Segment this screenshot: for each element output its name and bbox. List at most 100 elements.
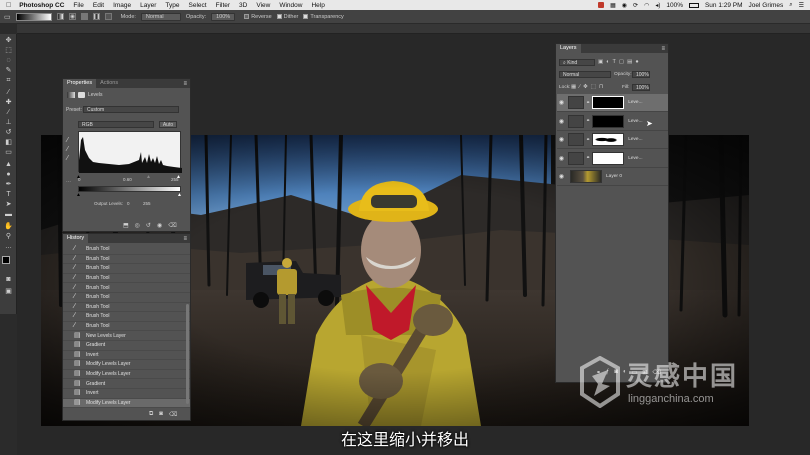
layer-name[interactable]: Layer 0 [606,174,622,179]
output-black-value[interactable]: 0 [127,201,130,206]
battery-icon[interactable] [688,2,699,8]
layer-mask-thumbnail[interactable] [592,96,625,109]
history-item[interactable]: ▤ New Levels Layer [63,331,190,341]
menu-3d[interactable]: 3D [239,2,247,9]
filter-shape-icon[interactable]: ▢ [619,59,624,65]
output-white-slider[interactable]: ▲ [177,192,182,198]
opacity-field[interactable]: 100% [211,12,236,21]
eyedropper-white-icon[interactable]: ⁄ [67,155,68,162]
layer-visibility-eye-icon[interactable]: ◉ [557,118,566,125]
panel-menu-icon[interactable]: ≡ [183,81,190,87]
gradient-tool-selected-icon[interactable]: ▭ [4,149,13,157]
user-name[interactable]: Joel Grimes [749,2,784,9]
history-item[interactable]: ▤ Invert [63,389,190,399]
blend-mode-dropdown[interactable]: Normal [559,71,611,78]
lasso-tool-icon[interactable]: ◌ [4,57,13,65]
input-black-value[interactable]: 0 [78,177,81,182]
preset-dropdown[interactable]: Custom [83,106,179,113]
menu-image[interactable]: Image [113,2,131,9]
menu-type[interactable]: Type [165,2,179,9]
menu-view[interactable]: View [256,2,270,9]
filter-pixel-icon[interactable]: ▣ [598,59,603,65]
input-gamma-value[interactable]: 0.60 [123,177,132,182]
layer-row[interactable]: ◉ Layer 0 [557,168,668,187]
layer-visibility-eye-icon[interactable]: ◉ [557,173,566,180]
stamp-tool-icon[interactable]: ⊥ [4,119,13,127]
lock-all-icon[interactable]: ⊓ [599,84,603,90]
history-item[interactable]: ∕ Brush Tool [63,283,190,293]
history-brush-tool-icon[interactable]: ↺ [4,129,13,137]
status-circle-icon[interactable]: ◉ [622,2,627,9]
history-scrollbar[interactable] [186,304,189,404]
mask-link-icon[interactable]: ⚭ [586,118,590,124]
filter-adjustment-icon[interactable]: ◐ [606,59,609,65]
snapshot-icon[interactable]: ◙ [159,411,163,418]
notification-icon[interactable]: ☰ [799,2,804,9]
lock-artboard-icon[interactable]: ⬚ [591,84,596,90]
input-white-value[interactable]: 255 [171,177,179,182]
layer-thumbnail[interactable] [570,170,602,184]
menu-edit[interactable]: Edit [93,2,104,9]
layer-name[interactable]: Leve... [628,119,642,124]
history-item[interactable]: ▤ Modify Levels Layer [63,398,190,408]
history-item[interactable]: ▤ Gradient [63,341,190,351]
status-red-icon[interactable] [598,2,605,8]
view-previous-icon[interactable]: ◎ [135,222,140,229]
gradient-tool-icon[interactable]: ▭ [4,13,11,21]
menu-window[interactable]: Window [279,2,302,9]
transparency-checkbox[interactable]: Transparency [303,14,344,20]
app-name[interactable]: Photoshop CC [19,2,64,9]
eyedropper-tool-icon[interactable]: ⁄ [4,89,13,97]
tab-actions[interactable]: Actions [96,79,122,88]
hand-tool-icon[interactable]: ✋ [4,223,13,231]
gradient-type-diamond-icon[interactable] [104,13,112,20]
layer-mask-thumbnail[interactable] [592,151,625,165]
gradient-type-linear-icon[interactable] [56,13,64,20]
filter-smart-icon[interactable]: ▤ [627,59,632,65]
layer-mask-thumbnail[interactable] [592,114,625,128]
filter-toggle-icon[interactable]: ● [635,59,638,65]
tab-properties[interactable]: Properties [63,79,97,88]
history-item[interactable]: ∕ Brush Tool [63,255,190,265]
tab-history[interactable]: History [63,234,89,243]
channel-dropdown[interactable]: RGB [78,121,154,128]
new-document-from-state-icon[interactable]: ⧉ [149,411,153,418]
clock[interactable]: Sun 1:29 PM [705,2,743,9]
healing-tool-icon[interactable]: ✚ [4,99,13,107]
clip-icon[interactable]: ⋯ [66,179,71,185]
more-tools-icon[interactable]: … [4,243,13,251]
levels-adjustment-icon[interactable] [568,96,584,109]
menu-filter[interactable]: Filter [216,2,230,9]
levels-adjustment-icon[interactable] [568,133,584,147]
layer-name[interactable]: Leve... [628,156,642,161]
wifi-icon[interactable]: ◠ [644,2,649,9]
tab-layers[interactable]: Layers [556,44,581,53]
history-item[interactable]: ▤ Gradient [63,379,190,389]
apple-icon[interactable]:  [6,2,11,9]
gradient-swatch[interactable] [15,12,52,21]
history-item[interactable]: ∕ Brush Tool [63,274,190,284]
layer-visibility-eye-icon[interactable]: ◉ [557,155,566,162]
history-menu-icon[interactable]: ≡ [183,236,190,242]
history-item[interactable]: ▤ Invert [63,351,190,361]
lock-transparent-icon[interactable]: ▦ [571,84,576,90]
sync-icon[interactable]: ⟳ [633,2,638,9]
zoom-tool-icon[interactable]: ⚲ [4,233,13,241]
menu-file[interactable]: File [73,2,83,9]
history-item[interactable]: ▤ Modify Levels Layer [63,360,190,370]
history-item[interactable]: ∕ Brush Tool [63,322,190,332]
crop-tool-icon[interactable]: ⌗ [4,77,13,85]
dodge-tool-icon[interactable]: ● [4,171,13,179]
marquee-tool-icon[interactable]: ⬚ [4,47,13,55]
mask-link-icon[interactable]: ⚭ [586,155,590,161]
clip-to-layer-icon[interactable]: ⬒ [123,222,129,229]
gradient-type-radial-icon[interactable] [68,13,76,20]
history-item[interactable]: ∕ Brush Tool [63,312,190,322]
levels-adjustment-icon[interactable] [568,151,584,165]
move-tool-icon[interactable]: ✥ [4,37,13,45]
filter-type-icon[interactable]: T [613,59,616,65]
auto-button[interactable]: Auto [159,121,177,128]
filter-kind-dropdown[interactable]: ⌕ Kind [559,59,595,66]
pen-tool-icon[interactable]: ✒ [4,181,13,189]
history-item[interactable]: ∕ Brush Tool [63,303,190,313]
